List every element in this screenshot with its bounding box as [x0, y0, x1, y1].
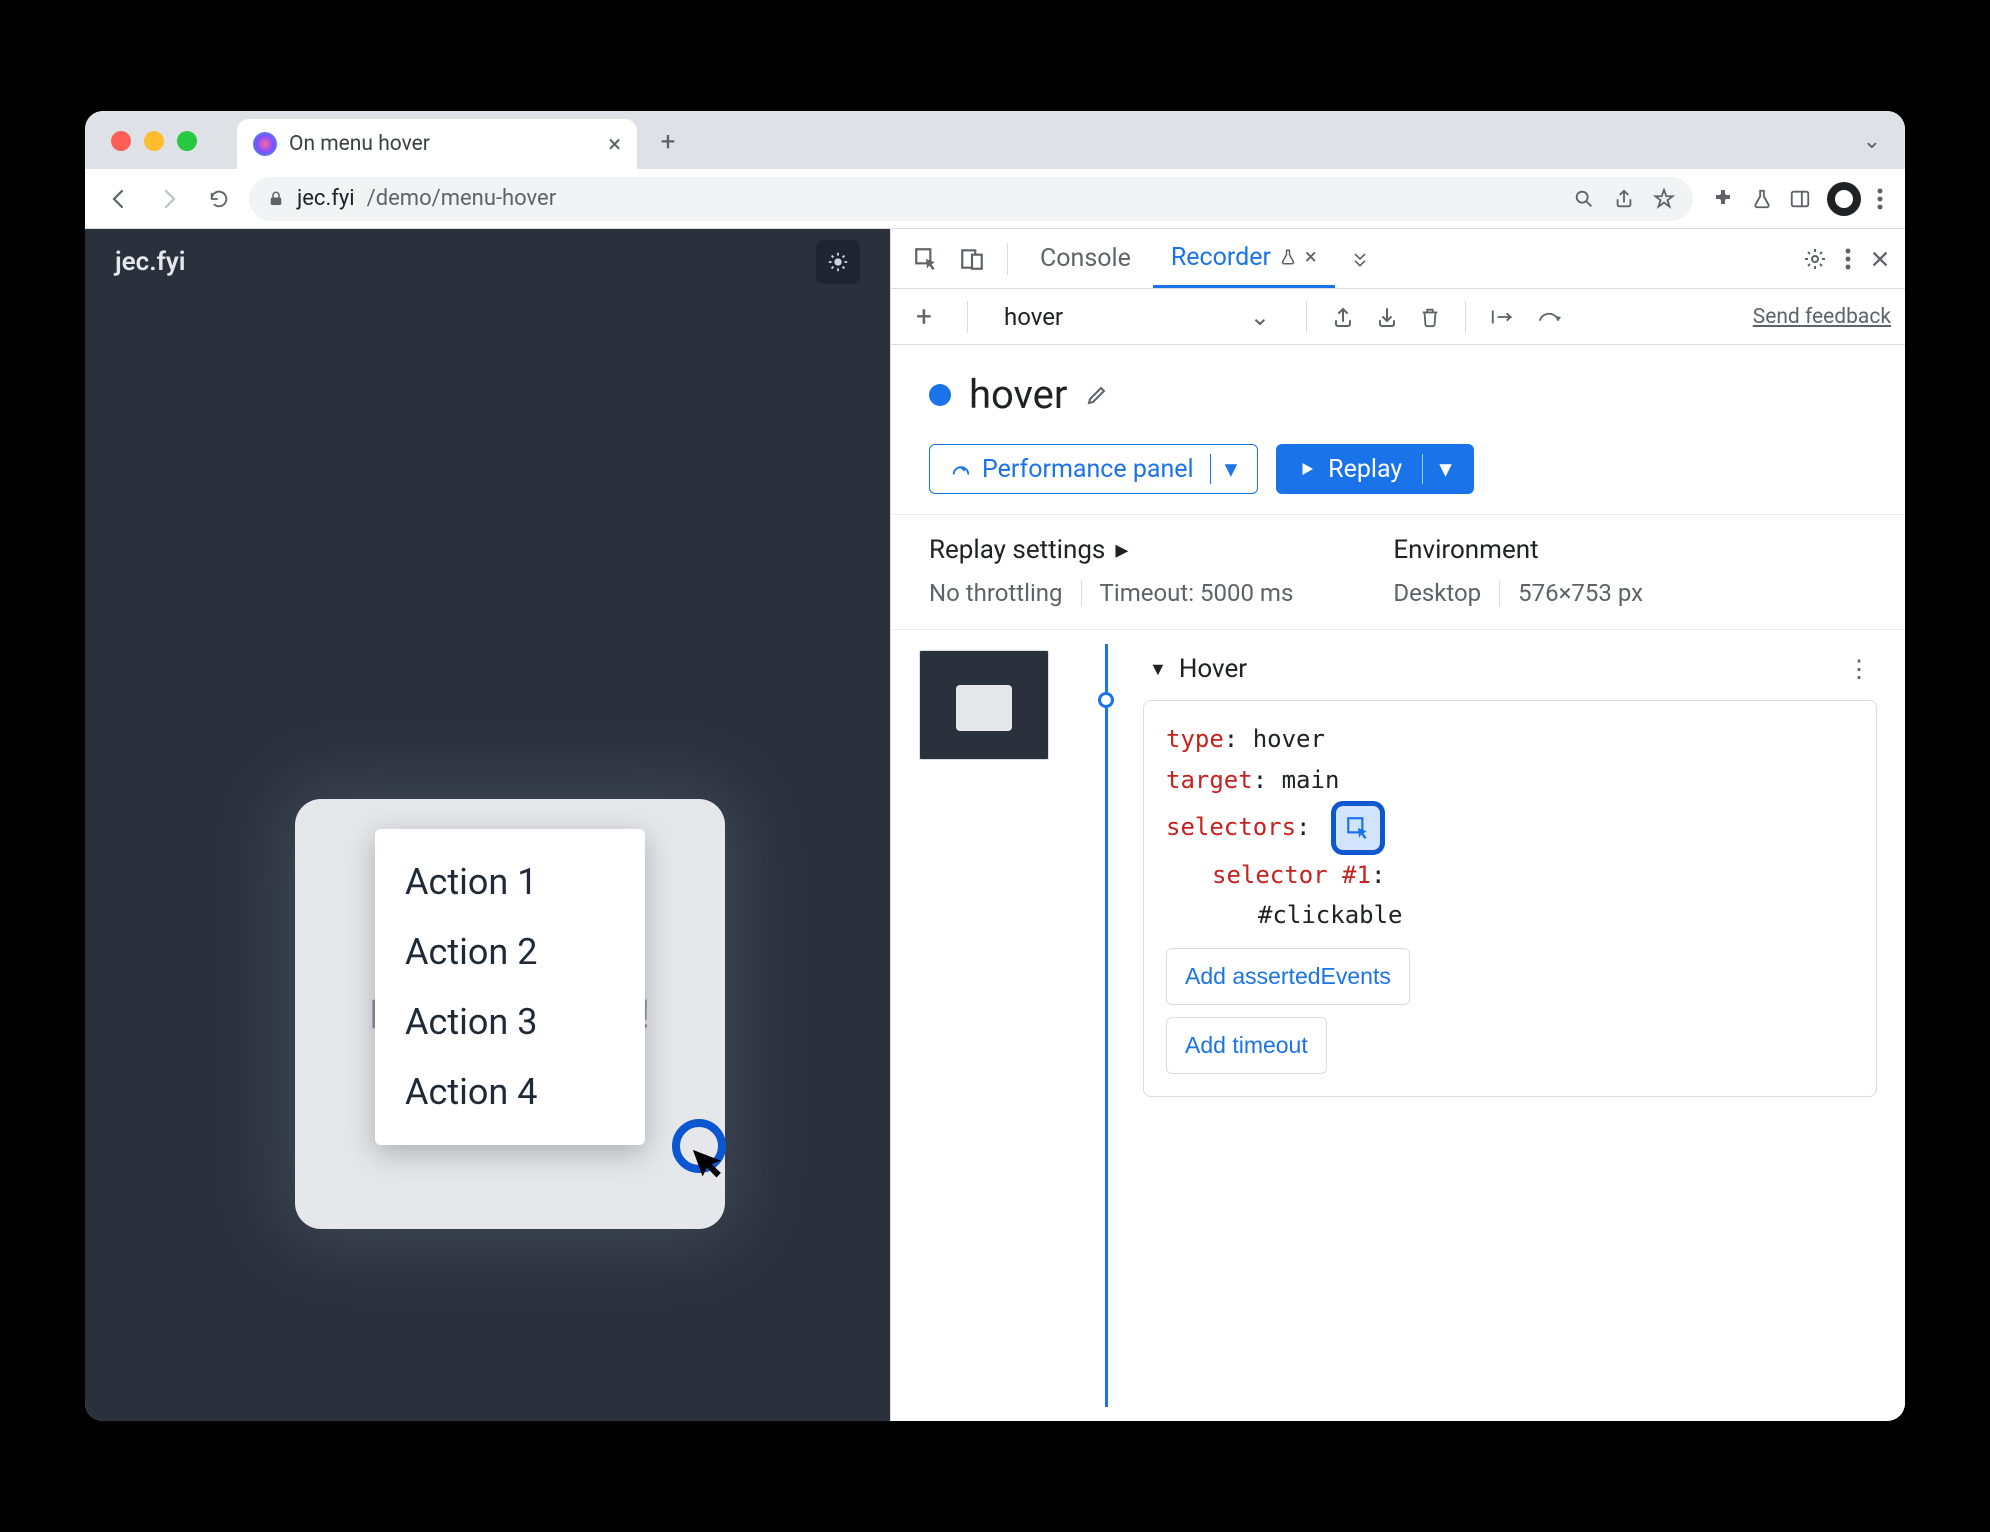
- favicon-icon: [253, 132, 277, 156]
- viewport-value: 576×753 px: [1518, 579, 1643, 607]
- bookmark-icon[interactable]: [1653, 188, 1675, 210]
- step-header[interactable]: ▼ Hover ⋮: [1143, 644, 1877, 700]
- tab-title: On menu hover: [289, 132, 430, 156]
- share-icon[interactable]: [1613, 188, 1635, 210]
- page-viewport: jec.fyi Hover over me! Action 1 Action 2…: [85, 229, 890, 1421]
- lock-icon: [267, 190, 285, 208]
- browser-window: On menu hover × + ⌄ jec.fyi/demo/menu-ho…: [85, 111, 1905, 1421]
- tablist-chevron-icon[interactable]: ⌄: [1863, 129, 1881, 154]
- page-brand[interactable]: jec.fyi: [115, 247, 185, 277]
- inspect-element-icon[interactable]: [905, 238, 947, 280]
- device-value: Desktop: [1393, 579, 1481, 607]
- environment-label: Environment: [1393, 535, 1643, 565]
- chevron-right-icon: ▸: [1115, 535, 1128, 565]
- selector-value[interactable]: #clickable: [1258, 901, 1403, 929]
- tab-console[interactable]: Console: [1022, 229, 1149, 288]
- toolbar: jec.fyi/demo/menu-hover: [85, 169, 1905, 229]
- tab-recorder[interactable]: Recorder ×: [1153, 229, 1335, 288]
- throttle-value: No throttling: [929, 579, 1063, 607]
- menu-item-action-3[interactable]: Action 3: [375, 987, 645, 1057]
- kebab-icon[interactable]: [1845, 248, 1851, 270]
- more-tabs-chevron-icon[interactable]: [1339, 238, 1381, 280]
- export-icon[interactable]: [1331, 305, 1355, 329]
- chevron-down-icon: ⌄: [1250, 303, 1270, 331]
- url-path: /demo/menu-hover: [367, 186, 557, 211]
- menu-kebab-icon[interactable]: [1877, 188, 1883, 210]
- step-over-icon[interactable]: [1490, 307, 1516, 327]
- reload-button[interactable]: [199, 179, 239, 219]
- step-body: type: hover target: main selectors: sele…: [1143, 700, 1877, 1097]
- gear-icon[interactable]: [1803, 247, 1827, 271]
- labs-icon[interactable]: [1751, 188, 1773, 210]
- extensions-icon[interactable]: [1711, 187, 1735, 211]
- device-toggle-icon[interactable]: [951, 238, 993, 280]
- new-recording-button[interactable]: +: [905, 298, 943, 336]
- import-icon[interactable]: [1375, 305, 1399, 329]
- action-menu: Action 1 Action 2 Action 3 Action 4: [375, 829, 645, 1145]
- add-timeout-button[interactable]: Add timeout: [1166, 1017, 1327, 1074]
- devtools-panel: Console Recorder × +: [890, 229, 1905, 1421]
- pick-selector-button[interactable]: [1331, 801, 1385, 855]
- window-close[interactable]: [111, 131, 131, 151]
- side-panel-icon[interactable]: [1789, 188, 1811, 210]
- performance-panel-button[interactable]: Performance panel ▾: [929, 444, 1258, 494]
- timeline: ▼ Hover ⋮ type: hover target: main selec…: [891, 630, 1905, 1421]
- step-name: Hover: [1179, 654, 1247, 684]
- page-header: jec.fyi: [85, 229, 890, 295]
- window-titlebar: On menu hover × + ⌄: [85, 111, 1905, 169]
- back-button[interactable]: [99, 179, 139, 219]
- replay-button[interactable]: Replay ▾: [1276, 444, 1474, 494]
- menu-item-action-1[interactable]: Action 1: [375, 847, 645, 917]
- theme-toggle-button[interactable]: [816, 240, 860, 284]
- profile-avatar[interactable]: [1827, 182, 1861, 216]
- edit-title-icon[interactable]: [1085, 383, 1109, 407]
- window-maximize[interactable]: [177, 131, 197, 151]
- add-asserted-events-button[interactable]: Add assertedEvents: [1166, 948, 1410, 1005]
- new-tab-button[interactable]: +: [653, 127, 683, 157]
- tab-recorder-close-icon[interactable]: ×: [1305, 245, 1317, 270]
- flask-icon: [1279, 248, 1297, 266]
- extension-icons: [1703, 182, 1891, 216]
- omnibox-icons: [1573, 188, 1675, 210]
- forward-button[interactable]: [149, 179, 189, 219]
- window-minimize[interactable]: [144, 131, 164, 151]
- url-host: jec.fyi: [297, 186, 355, 211]
- timeout-value: Timeout: 5000 ms: [1100, 579, 1294, 607]
- replay-settings-row: Replay settings ▸ No throttling Timeout:…: [891, 514, 1905, 630]
- recording-header: hover Performance panel ▾ Replay ▾: [891, 345, 1905, 514]
- browser-tab[interactable]: On menu hover ×: [237, 119, 637, 169]
- step-thumbnail[interactable]: [919, 650, 1049, 760]
- chevron-down-icon[interactable]: ▾: [1210, 454, 1238, 484]
- recording-select[interactable]: hover ⌄: [992, 297, 1282, 337]
- address-bar[interactable]: jec.fyi/demo/menu-hover: [249, 177, 1693, 221]
- zoom-icon[interactable]: [1573, 188, 1595, 210]
- continue-icon[interactable]: [1536, 307, 1562, 327]
- send-feedback-link[interactable]: Send feedback: [1753, 305, 1891, 329]
- disclosure-triangle-icon[interactable]: ▼: [1149, 659, 1167, 680]
- tab-close-icon[interactable]: ×: [608, 130, 621, 158]
- chevron-down-icon[interactable]: ▾: [1422, 454, 1452, 484]
- close-devtools-icon[interactable]: [1869, 248, 1891, 270]
- step-kebab-icon[interactable]: ⋮: [1847, 655, 1871, 683]
- replay-settings-label[interactable]: Replay settings ▸: [929, 535, 1293, 565]
- timeline-node[interactable]: [1098, 692, 1114, 708]
- recording-title: hover: [969, 371, 1067, 418]
- traffic-lights: [111, 131, 197, 151]
- menu-item-action-2[interactable]: Action 2: [375, 917, 645, 987]
- recorder-toolbar: + hover ⌄ Send feedback: [891, 289, 1905, 345]
- devtools-tabstrip: Console Recorder ×: [891, 229, 1905, 289]
- delete-icon[interactable]: [1419, 305, 1441, 329]
- content-split: jec.fyi Hover over me! Action 1 Action 2…: [85, 229, 1905, 1421]
- menu-item-action-4[interactable]: Action 4: [375, 1057, 645, 1127]
- recording-status-dot: [929, 384, 951, 406]
